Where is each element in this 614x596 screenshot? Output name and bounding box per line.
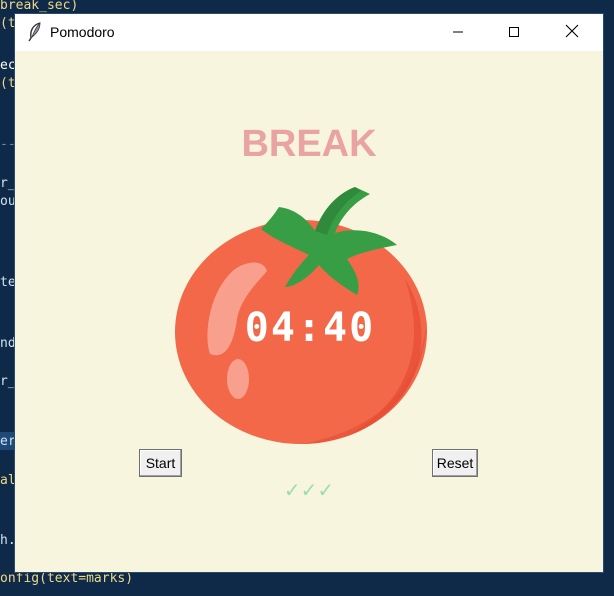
code-line: nd [0,336,16,351]
code-line: onfig(text=marks) [0,571,134,586]
code-line: break_sec) [0,0,79,13]
code-line: ou [0,194,16,209]
close-button[interactable] [549,14,595,51]
code-line: te [0,275,16,290]
app-content: BREAK 04:40 Start Reset ✓✓✓ [15,51,603,572]
close-icon [565,23,579,42]
minimize-button[interactable] [435,14,481,51]
timer-label: BREAK [241,123,377,165]
code-line: er [0,434,16,449]
start-button[interactable]: Start [139,449,182,477]
feather-icon [27,22,43,42]
maximize-button[interactable] [491,14,537,51]
maximize-icon [508,23,520,42]
code-line: r_ [0,374,16,389]
title-bar[interactable]: Pomodoro [15,14,603,51]
code-line: -- [0,137,16,152]
minimize-icon [452,23,464,42]
code-line: (t [0,76,16,91]
window-title: Pomodoro [50,24,115,40]
code-line: al [0,473,16,488]
timer-display: 04:40 [244,305,376,351]
code-line: (t [0,16,16,31]
code-line: h. [0,533,16,548]
pomodoro-window: Pomodoro BREAK 04:40 Start Reset ✓✓✓ [15,14,603,572]
session-checkmarks: ✓✓✓ [283,478,335,502]
reset-button[interactable]: Reset [432,449,478,477]
